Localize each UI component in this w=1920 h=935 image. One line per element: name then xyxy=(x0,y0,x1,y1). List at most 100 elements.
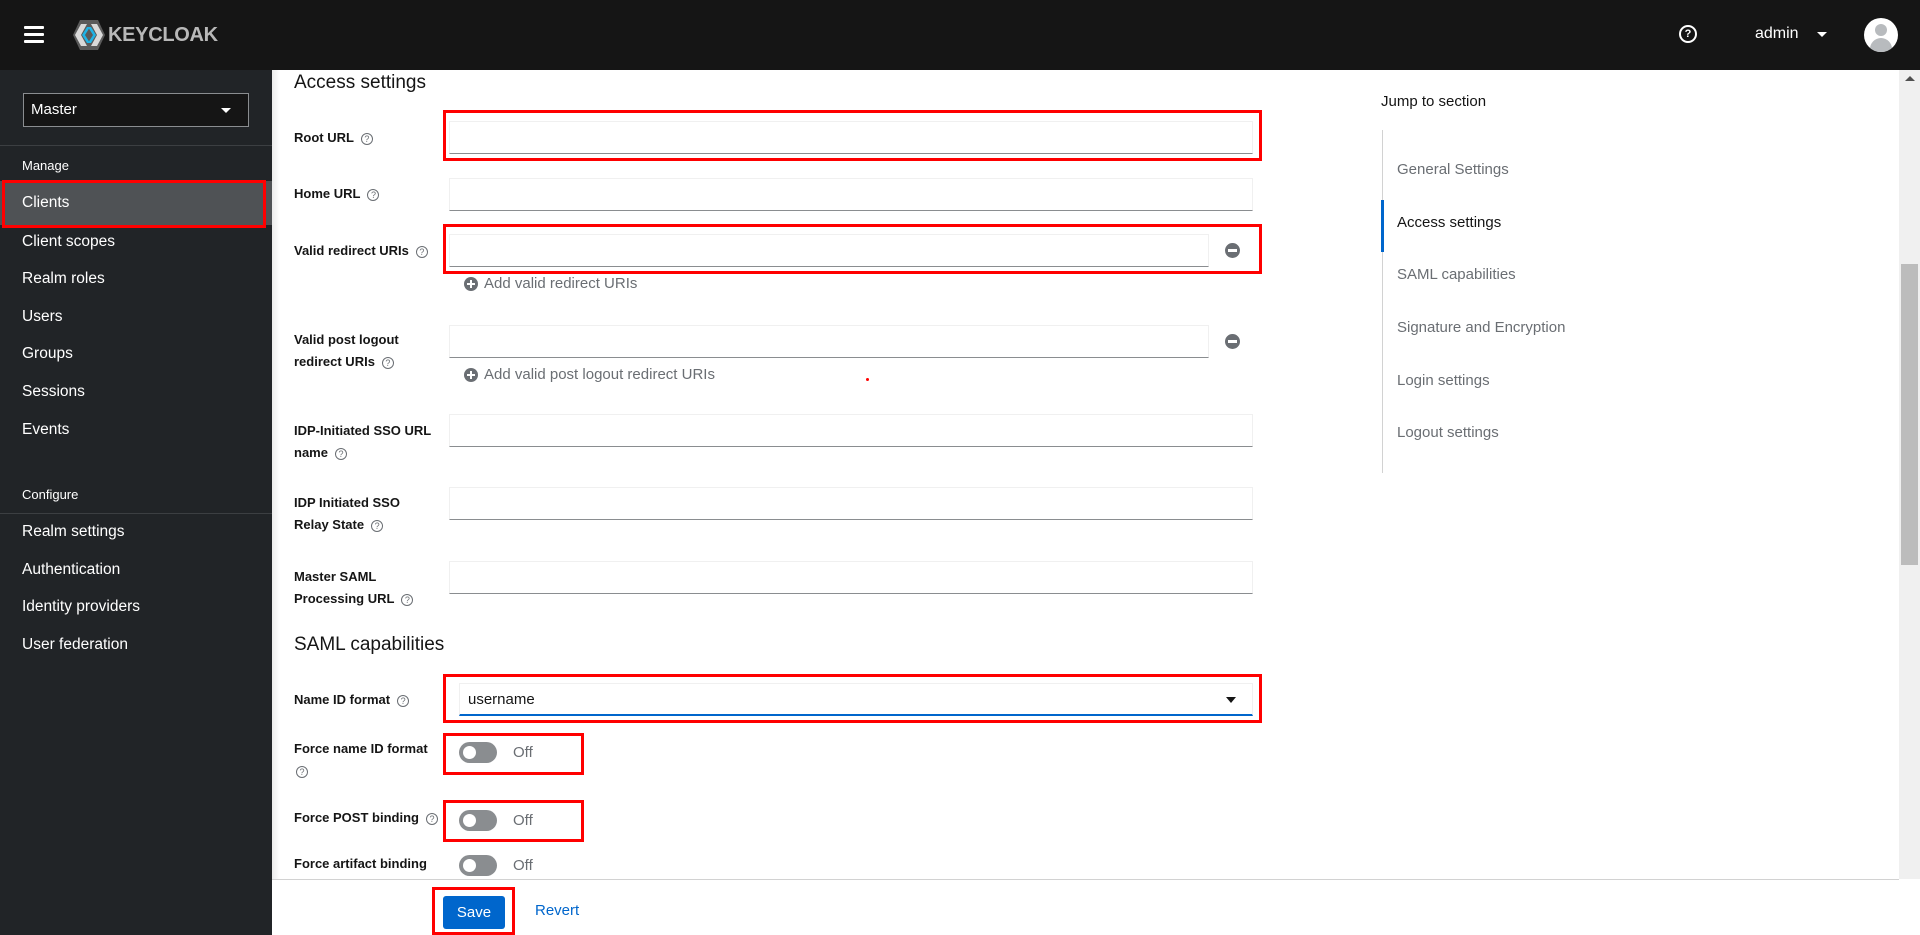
toggle-track xyxy=(459,810,497,831)
revert-button[interactable]: Revert xyxy=(535,902,579,919)
divider xyxy=(0,145,272,146)
toggle-knob xyxy=(463,746,476,759)
master-saml-url-label: Master SAML Processing URL? xyxy=(294,566,444,610)
user-dropdown[interactable]: admin xyxy=(1755,22,1827,46)
help-icon[interactable]: ? xyxy=(360,132,373,145)
hamburger-menu-icon[interactable] xyxy=(24,26,44,44)
vertical-scrollbar[interactable] xyxy=(1899,70,1920,879)
add-redirect-uri-link[interactable]: Add valid redirect URIs xyxy=(464,275,637,292)
force-post-binding-toggle[interactable]: Off xyxy=(459,810,533,831)
jump-link-access-settings[interactable]: Access settings xyxy=(1397,214,1501,231)
valid-post-logout-uri-input[interactable] xyxy=(449,325,1209,358)
master-saml-url-input[interactable] xyxy=(449,561,1253,594)
sidebar: Master Manage Clients Client scopes Real… xyxy=(0,70,272,935)
jump-link-signature-encryption[interactable]: Signature and Encryption xyxy=(1397,319,1565,336)
sidebar-item-client-scopes[interactable]: Client scopes xyxy=(0,223,272,260)
force-name-id-format-label: Force name ID format? xyxy=(294,738,444,782)
help-icon[interactable]: ? xyxy=(1679,25,1697,43)
sidebar-item-sessions[interactable]: Sessions xyxy=(0,373,272,410)
label-text: Processing URL xyxy=(294,591,395,606)
help-icon[interactable]: ? xyxy=(381,356,394,369)
idp-sso-url-name-label: IDP-Initiated SSO URL name? xyxy=(294,420,444,464)
keycloak-logo-icon xyxy=(73,20,105,50)
help-icon[interactable]: ? xyxy=(296,765,308,778)
help-icon[interactable]: ? xyxy=(425,812,438,825)
label-text: Force name ID format xyxy=(294,741,428,756)
nav-group-configure: Configure xyxy=(22,487,79,502)
sidebar-item-identity-providers[interactable]: Identity providers xyxy=(0,588,272,625)
plus-circle-icon xyxy=(464,367,478,382)
add-link-text: Add valid redirect URIs xyxy=(484,275,638,292)
toggle-state: Off xyxy=(513,812,533,829)
label-text: name xyxy=(294,445,328,460)
remove-post-logout-uri-icon[interactable] xyxy=(1225,334,1240,349)
avatar[interactable] xyxy=(1864,18,1898,52)
label-text: Valid redirect URIs xyxy=(294,243,409,258)
form-footer: Save Revert xyxy=(272,879,1899,935)
idp-sso-url-name-input[interactable] xyxy=(449,414,1253,447)
label-text: IDP-Initiated SSO URL xyxy=(294,423,432,438)
sidebar-item-events[interactable]: Events xyxy=(0,411,272,448)
name-id-format-select[interactable]: username xyxy=(459,683,1253,716)
help-icon[interactable]: ? xyxy=(334,447,347,460)
sidebar-item-realm-roles[interactable]: Realm roles xyxy=(0,260,272,297)
valid-redirect-uris-label: Valid redirect URIs? xyxy=(294,240,444,262)
brand-name: KEYCLOAK xyxy=(108,23,218,46)
valid-redirect-uri-input[interactable] xyxy=(449,234,1209,267)
help-icon[interactable]: ? xyxy=(397,694,410,707)
label-text: Home URL xyxy=(294,186,361,201)
sidebar-item-realm-settings[interactable]: Realm settings xyxy=(0,513,272,550)
jump-to-section-title: Jump to section xyxy=(1381,93,1487,110)
help-icon[interactable]: ? xyxy=(415,245,428,258)
scroll-up-arrow-icon[interactable] xyxy=(1905,76,1915,81)
scrollbar-thumb[interactable] xyxy=(1901,264,1918,565)
sidebar-item-user-federation[interactable]: User federation xyxy=(0,626,272,663)
name-id-format-label: Name ID format? xyxy=(294,689,444,711)
jump-link-logout-settings[interactable]: Logout settings xyxy=(1397,424,1499,441)
toggle-knob xyxy=(463,859,476,872)
home-url-input[interactable] xyxy=(449,178,1253,211)
sidebar-item-authentication[interactable]: Authentication xyxy=(0,551,272,588)
sidebar-item-groups[interactable]: Groups xyxy=(0,335,272,372)
label-text: IDP Initiated SSO xyxy=(294,495,400,510)
force-artifact-binding-label: Force artifact binding xyxy=(294,853,464,875)
selected-value: username xyxy=(468,691,535,708)
force-artifact-binding-toggle[interactable]: Off xyxy=(459,855,533,876)
save-button[interactable]: Save xyxy=(443,896,505,929)
root-url-input[interactable] xyxy=(449,121,1253,154)
main-content: Access settings Root URL? Home URL? Vali… xyxy=(272,70,1899,879)
plus-circle-icon xyxy=(464,276,478,291)
root-url-label: Root URL? xyxy=(294,127,444,149)
remove-redirect-uri-icon[interactable] xyxy=(1225,243,1240,258)
toggle-track xyxy=(459,742,497,763)
caret-down-icon xyxy=(1816,31,1827,37)
annotation-dot xyxy=(866,378,869,381)
jump-link-login-settings[interactable]: Login settings xyxy=(1397,372,1490,389)
sidebar-item-clients[interactable]: Clients xyxy=(0,181,272,225)
realm-selector[interactable]: Master xyxy=(23,93,249,127)
nav-group-manage: Manage xyxy=(22,158,69,173)
sidebar-item-users[interactable]: Users xyxy=(0,298,272,335)
label-text: Root URL xyxy=(294,130,354,145)
section-title-saml-capabilities: SAML capabilities xyxy=(294,634,445,655)
keycloak-logo[interactable]: KEYCLOAK xyxy=(72,17,218,53)
toggle-track xyxy=(459,855,497,876)
help-icon[interactable]: ? xyxy=(367,188,380,201)
jump-active-indicator xyxy=(1381,200,1384,252)
force-post-binding-label: Force POST binding? xyxy=(294,807,464,829)
jump-link-saml-capabilities[interactable]: SAML capabilities xyxy=(1397,266,1516,283)
add-post-logout-uri-link[interactable]: Add valid post logout redirect URIs xyxy=(464,366,715,383)
label-text: Valid post logout xyxy=(294,332,399,347)
help-icon[interactable]: ? xyxy=(371,519,384,532)
section-title-access-settings: Access settings xyxy=(294,72,426,93)
jump-link-general-settings[interactable]: General Settings xyxy=(1397,161,1509,178)
force-name-id-format-toggle[interactable]: Off xyxy=(459,742,533,763)
idp-relay-state-input[interactable] xyxy=(449,487,1253,520)
toggle-knob xyxy=(463,814,476,827)
home-url-label: Home URL? xyxy=(294,183,444,205)
label-text: redirect URIs xyxy=(294,354,375,369)
label-text: Master SAML xyxy=(294,569,377,584)
valid-post-logout-label: Valid post logout redirect URIs? xyxy=(294,329,444,373)
label-text: Force POST binding xyxy=(294,810,419,825)
help-icon[interactable]: ? xyxy=(401,593,414,606)
